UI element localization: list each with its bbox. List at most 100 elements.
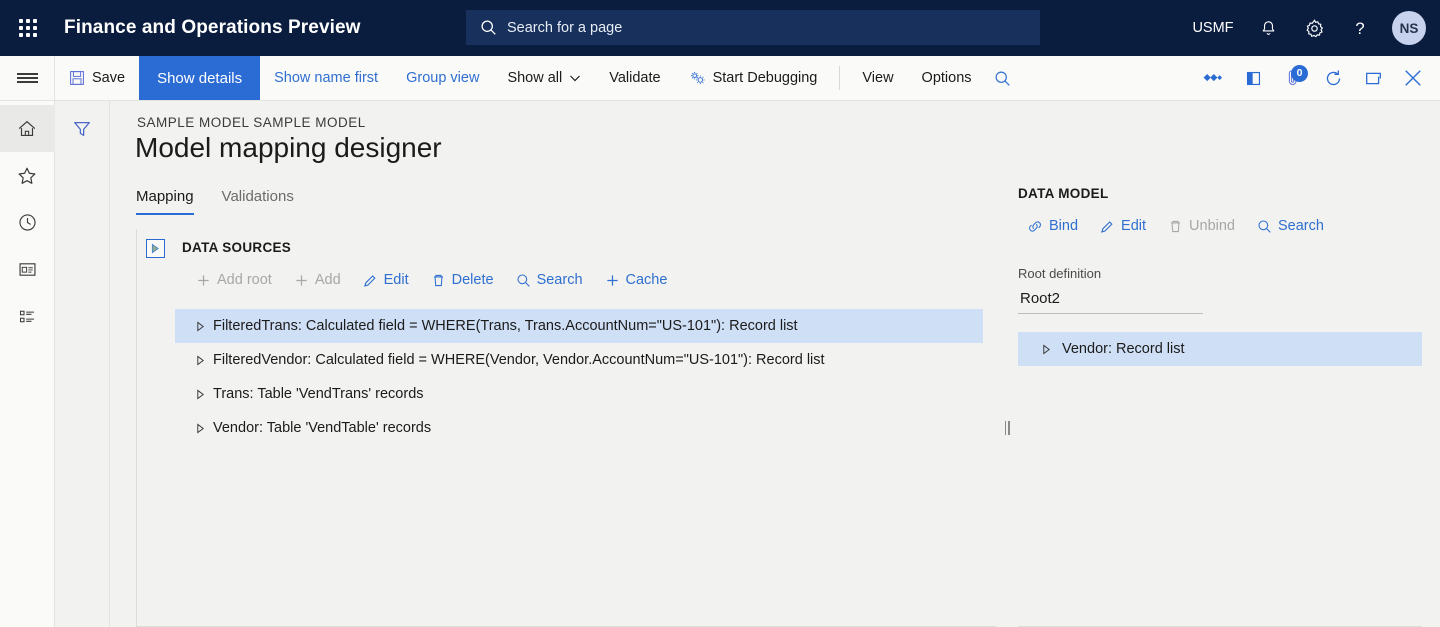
chevron-right-icon[interactable] <box>187 354 213 366</box>
attachments-button[interactable]: 0 <box>1276 56 1310 101</box>
cache-button[interactable]: Cache <box>596 268 677 292</box>
open-in-new-window-button[interactable] <box>1356 56 1390 101</box>
pencil-icon <box>363 274 376 287</box>
bind-button[interactable]: Bind <box>1018 214 1087 238</box>
notifications-button[interactable] <box>1246 0 1290 56</box>
chevron-down-icon <box>570 75 581 82</box>
company-selector[interactable]: USMF <box>1182 0 1244 56</box>
validate-button[interactable]: Validate <box>595 56 674 100</box>
filter-strip <box>55 101 110 627</box>
product-title: Finance and Operations Preview <box>64 17 361 38</box>
chevron-right-icon[interactable] <box>187 320 213 332</box>
search-data-source-button[interactable]: Search <box>507 268 592 292</box>
save-button[interactable]: Save <box>55 56 139 100</box>
close-icon <box>1405 70 1421 86</box>
data-model-header: DATA MODEL <box>1018 186 1109 201</box>
tree-row[interactable]: Trans: Table 'VendTrans' records <box>175 377 983 411</box>
page-title: Model mapping designer <box>135 132 442 163</box>
tab-validations[interactable]: Validations <box>222 188 294 215</box>
plus-icon <box>606 274 618 286</box>
trash-icon <box>433 274 443 286</box>
show-all-label: Show all <box>507 70 563 86</box>
page-tabs: Mapping Validations <box>136 188 294 215</box>
refresh-button[interactable] <box>1316 56 1350 101</box>
funnel-filter-icon <box>74 122 90 136</box>
unbind-button[interactable]: Unbind <box>1159 214 1244 238</box>
chevron-right-icon[interactable] <box>1030 343 1062 355</box>
edit-data-model-button[interactable]: Edit <box>1091 214 1155 238</box>
data-sources-tree: FilteredTrans: Calculated field = WHERE(… <box>175 309 996 445</box>
global-search-placeholder: Search for a page <box>507 19 623 36</box>
group-view-button[interactable]: Group view <box>392 56 493 100</box>
global-search-box[interactable]: Search for a page <box>466 10 1040 45</box>
sidebar-item-recent[interactable] <box>0 199 55 246</box>
application-window: Finance and Operations Preview Search fo… <box>0 0 1440 627</box>
save-label: Save <box>92 70 126 86</box>
data-sources-pane: DATA SOURCES Add root Add Edit Delete Se… <box>136 229 996 627</box>
add-button[interactable]: Add <box>285 268 350 292</box>
link-icon <box>1029 220 1041 232</box>
waffle-icon <box>19 19 37 37</box>
tree-row[interactable]: Vendor: Table 'VendTable' records <box>175 411 983 445</box>
related-information-button[interactable] <box>1196 56 1230 101</box>
view-menu-button[interactable]: View <box>848 56 907 100</box>
tree-row[interactable]: FilteredTrans: Calculated field = WHERE(… <box>175 309 983 343</box>
search-icon <box>517 273 530 287</box>
star-icon <box>18 167 36 184</box>
plus-icon <box>198 274 209 286</box>
search-icon <box>1258 219 1271 233</box>
breadcrumb: SAMPLE MODEL SAMPLE MODEL <box>137 115 366 130</box>
chevron-right-icon[interactable] <box>187 422 213 434</box>
svg-text:?: ? <box>1355 19 1364 38</box>
data-model-tree-row[interactable]: Vendor: Record list <box>1018 332 1422 366</box>
sidebar-item-workspaces[interactable] <box>0 246 55 293</box>
delete-data-source-button[interactable]: Delete <box>422 268 503 292</box>
workspace-icon <box>18 263 36 276</box>
sidebar-item-home[interactable] <box>0 105 55 152</box>
root-definition-input[interactable] <box>1018 284 1203 314</box>
tab-mapping[interactable]: Mapping <box>136 188 194 215</box>
close-button[interactable] <box>1396 56 1430 101</box>
navigation-menu-icon <box>16 71 38 86</box>
add-root-button[interactable]: Add root <box>187 268 281 292</box>
edit-data-source-button[interactable]: Edit <box>354 268 418 292</box>
toolbar-divider <box>839 66 841 90</box>
start-debugging-button[interactable]: Start Debugging <box>675 56 832 100</box>
toolbar-search-button[interactable] <box>986 56 1020 101</box>
app-launcher-button[interactable] <box>0 0 56 56</box>
user-avatar[interactable]: NS <box>1392 11 1426 45</box>
expand-panel-icon <box>151 243 159 254</box>
save-icon <box>70 71 84 85</box>
side-panel-button[interactable] <box>1236 56 1270 101</box>
tree-row-label: Trans: Table 'VendTrans' records <box>213 386 424 402</box>
gear-icon <box>1305 18 1323 37</box>
data-model-tree-row-label: Vendor: Record list <box>1062 341 1185 357</box>
tree-row[interactable]: FilteredVendor: Calculated field = WHERE… <box>175 343 983 377</box>
chevron-right-icon[interactable] <box>187 388 213 400</box>
list-icon <box>19 310 34 323</box>
sidebar-item-modules[interactable] <box>0 293 55 340</box>
pane-splitter[interactable] <box>996 229 1018 627</box>
expand-panel-button[interactable] <box>146 239 165 258</box>
navigation-menu-button[interactable] <box>0 56 55 100</box>
pencil-icon <box>1101 220 1113 233</box>
bind-label: Bind <box>1049 218 1079 234</box>
help-button[interactable]: ? <box>1338 0 1382 56</box>
options-menu-button[interactable]: Options <box>908 56 986 100</box>
search-icon <box>481 20 496 35</box>
search-data-model-button[interactable]: Search <box>1248 214 1333 238</box>
show-details-button[interactable]: Show details <box>139 56 261 100</box>
filter-button[interactable] <box>65 113 99 145</box>
settings-button[interactable] <box>1292 0 1336 56</box>
side-panel-icon <box>1246 71 1260 85</box>
data-model-command-bar: Bind Edit Unbind Search <box>1018 214 1333 238</box>
sidebar-item-favorites[interactable] <box>0 152 55 199</box>
action-pane-toolbar: Save Show details Show name first Group … <box>0 56 1440 101</box>
show-name-first-button[interactable]: Show name first <box>260 56 392 100</box>
show-all-dropdown[interactable]: Show all <box>493 56 595 100</box>
diamond-cluster-icon <box>1203 74 1223 82</box>
main-content-area: SAMPLE MODEL SAMPLE MODEL Model mapping … <box>110 101 1440 627</box>
debug-gears-icon <box>690 71 705 84</box>
splitter-grip-line <box>1004 421 1006 435</box>
search-icon <box>995 71 1010 86</box>
